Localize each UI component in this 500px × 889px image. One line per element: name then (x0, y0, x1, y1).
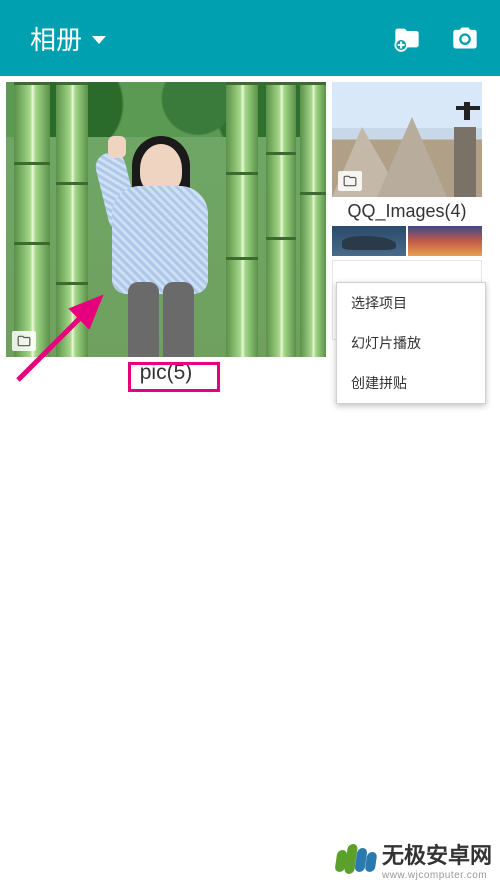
new-folder-button[interactable] (392, 23, 422, 53)
watermark-logo-icon (336, 844, 376, 876)
menu-item-select[interactable]: 选择项目 (337, 283, 485, 323)
folder-icon (12, 331, 36, 351)
album-qq-images[interactable]: QQ_Images(4) (332, 82, 482, 256)
camera-icon (451, 24, 479, 52)
watermark: 无极安卓网 www.wjcomputer.com (336, 838, 492, 881)
album-qq-label: QQ_Images(4) (332, 197, 482, 226)
watermark-name: 无极安卓网 (382, 838, 492, 870)
watermark-domain: www.wjcomputer.com (382, 870, 492, 881)
menu-item-collage[interactable]: 创建拼贴 (337, 363, 485, 403)
album-pic-label: pic(5) (6, 357, 326, 389)
app-header: 相册 (0, 0, 500, 76)
folder-icon (338, 171, 362, 191)
album-pic[interactable]: pic(5) (6, 82, 326, 389)
header-actions (392, 23, 480, 53)
album-pic-thumbnail (6, 82, 326, 357)
chevron-down-icon (92, 36, 106, 44)
header-title-text: 相册 (30, 20, 82, 57)
album-qq-strip (332, 226, 482, 256)
camera-button[interactable] (450, 23, 480, 53)
menu-item-slideshow[interactable]: 幻灯片播放 (337, 323, 485, 363)
context-menu: 选择项目 幻灯片播放 创建拼贴 (336, 282, 486, 404)
album-qq-thumbnail (332, 82, 482, 197)
album-dropdown[interactable]: 相册 (30, 20, 392, 57)
new-folder-icon (393, 24, 421, 52)
